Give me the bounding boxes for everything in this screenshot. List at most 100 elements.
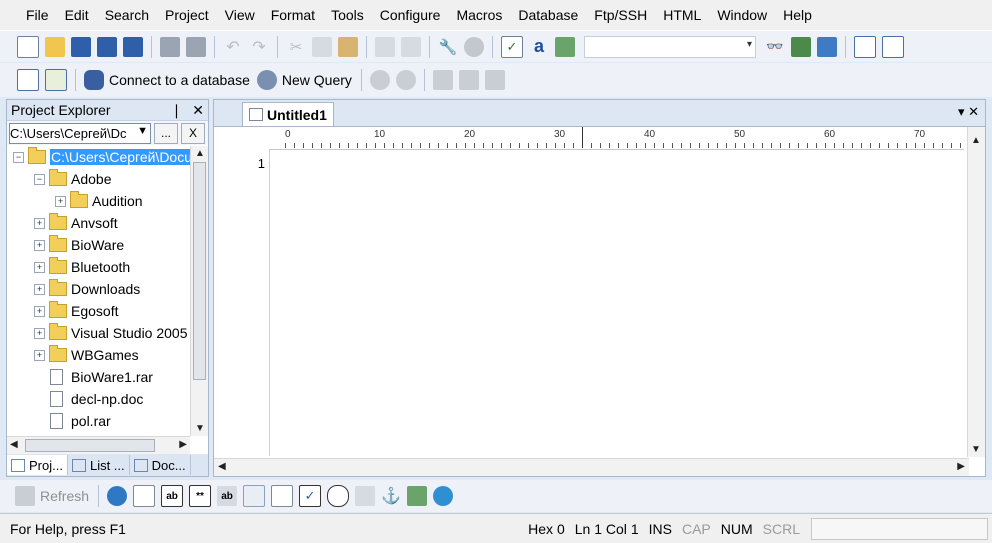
select-list-icon[interactable] — [355, 486, 376, 506]
edit-form-icon[interactable] — [271, 485, 294, 507]
table-grid-icon[interactable] — [133, 485, 156, 507]
collapse-icon[interactable]: − — [13, 151, 24, 163]
editor-window-controls[interactable]: ▾ ✕ — [958, 104, 979, 120]
paste-icon[interactable] — [338, 36, 358, 57]
tab-documents[interactable]: Doc... — [130, 455, 191, 475]
undo-icon[interactable]: ↶ — [223, 37, 243, 57]
new-query-button[interactable]: New Query — [282, 72, 352, 88]
password-field-icon[interactable]: ** — [189, 485, 212, 507]
scroll-up-icon[interactable]: ▲ — [195, 148, 205, 159]
tree-folder[interactable]: + Downloads — [7, 278, 190, 300]
tree-folder[interactable]: + Anvsoft — [7, 212, 190, 234]
indent-left-icon[interactable] — [375, 36, 395, 57]
gear-icon[interactable] — [369, 70, 390, 90]
menu-help[interactable]: Help — [775, 7, 820, 23]
tree-file[interactable]: decl-np.doc — [7, 388, 190, 410]
window-icon[interactable] — [817, 36, 837, 57]
anchor-icon[interactable]: ⚓ — [381, 486, 401, 506]
textarea-icon[interactable]: ab — [217, 486, 238, 506]
tree-folder[interactable]: + Audition — [7, 190, 190, 212]
menu-database[interactable]: Database — [510, 7, 586, 23]
tab-project[interactable]: Proj... — [7, 455, 68, 475]
print-icon[interactable] — [160, 36, 180, 57]
expand-icon[interactable]: + — [34, 283, 45, 295]
expand-icon[interactable]: + — [34, 239, 45, 251]
expand-icon[interactable]: + — [34, 349, 45, 361]
scroll-left-icon[interactable]: ◀ — [10, 439, 18, 450]
grid-view-icon[interactable] — [17, 69, 39, 91]
tree-vertical-scrollbar[interactable]: ▲ ▼ — [190, 146, 208, 436]
close-icon[interactable]: ✕ — [192, 102, 204, 118]
scroll-down-icon[interactable]: ▼ — [195, 423, 205, 434]
refresh-button[interactable]: Refresh — [40, 488, 89, 504]
scroll-down-icon[interactable]: ▼ — [971, 444, 981, 455]
tree-folder[interactable]: + Egosoft — [7, 300, 190, 322]
menu-project[interactable]: Project — [157, 7, 217, 23]
save-as-icon[interactable] — [97, 36, 117, 57]
editor-horizontal-scrollbar[interactable]: ◀ ▶ — [214, 458, 969, 476]
project-view-icon[interactable] — [45, 69, 67, 91]
new-file-icon[interactable] — [17, 35, 39, 58]
menu-search[interactable]: Search — [97, 7, 157, 23]
checkbox-icon[interactable]: ✓ — [299, 485, 322, 507]
frame-icon[interactable] — [243, 485, 266, 507]
tab-untitled1[interactable]: Untitled1 — [242, 102, 334, 126]
menu-edit[interactable]: Edit — [57, 7, 97, 23]
menu-tools[interactable]: Tools — [323, 7, 372, 23]
tree-file[interactable]: BioWare1.rar — [7, 366, 190, 388]
path-combo[interactable]: C:\Users\Сергей\Dc ▼ — [9, 122, 151, 144]
pin-icon[interactable]: ❘ — [171, 102, 183, 118]
table-delete-icon[interactable] — [458, 70, 479, 90]
scroll-thumb[interactable] — [193, 162, 206, 380]
menu-file[interactable]: File — [18, 7, 57, 23]
menu-view[interactable]: View — [217, 7, 263, 23]
wrench-icon[interactable]: 🔧 — [438, 37, 458, 57]
expand-icon[interactable]: + — [55, 195, 66, 207]
tree-folder[interactable]: − C:\Users\Сергей\Docu — [7, 146, 190, 168]
menu-format[interactable]: Format — [263, 7, 323, 23]
browse-button[interactable]: ... — [154, 122, 178, 144]
image-icon[interactable] — [555, 36, 575, 57]
find-replace-icon[interactable] — [791, 36, 811, 57]
search-combo[interactable]: ▾ — [584, 35, 756, 58]
cut-icon[interactable]: ✂ — [286, 37, 306, 57]
menu-macros[interactable]: Macros — [448, 7, 510, 23]
indent-right-icon[interactable] — [401, 36, 421, 57]
scroll-right-icon[interactable]: ▶ — [179, 439, 187, 450]
text-field-icon[interactable]: ab — [161, 485, 184, 507]
expand-icon[interactable]: + — [34, 305, 45, 317]
collapse-icon[interactable]: − — [34, 173, 45, 185]
tree-folder[interactable]: + BioWare — [7, 234, 190, 256]
scroll-left-icon[interactable]: ◀ — [218, 461, 226, 472]
stop-icon[interactable] — [464, 36, 484, 57]
save-icon[interactable] — [71, 36, 91, 57]
open-folder-icon[interactable] — [45, 36, 65, 57]
tree-folder[interactable]: − Adobe — [7, 168, 190, 190]
binoculars-icon[interactable]: 👓 — [765, 37, 785, 57]
table-icon[interactable] — [432, 70, 453, 90]
redo-icon[interactable]: ↷ — [249, 37, 269, 57]
text-area[interactable] — [271, 150, 967, 456]
clear-path-button[interactable]: X — [181, 122, 205, 144]
print-preview-icon[interactable] — [186, 36, 206, 57]
gear-run-icon[interactable] — [395, 70, 416, 90]
menu-window[interactable]: Window — [709, 7, 775, 23]
tree-folder[interactable]: + WBGames — [7, 344, 190, 366]
expand-icon[interactable]: + — [34, 217, 45, 229]
tree-horizontal-scrollbar[interactable]: ◀ ▶ — [7, 436, 190, 454]
menu-ftp-ssh[interactable]: Ftp/SSH — [586, 7, 655, 23]
scroll-thumb[interactable] — [25, 439, 155, 452]
scroll-up-icon[interactable]: ▲ — [971, 135, 981, 146]
document-view-icon[interactable] — [882, 35, 904, 58]
scroll-right-icon[interactable]: ▶ — [957, 461, 965, 472]
expand-icon[interactable]: + — [34, 327, 45, 339]
tab-list[interactable]: List ... — [68, 455, 130, 475]
document-list-icon[interactable] — [854, 35, 876, 58]
save-all-icon[interactable] — [123, 36, 143, 57]
menu-configure[interactable]: Configure — [372, 7, 449, 23]
checklist-icon[interactable]: ✓ — [501, 35, 523, 58]
tree-folder[interactable]: + Bluetooth — [7, 256, 190, 278]
copy-icon[interactable] — [312, 36, 332, 57]
tree-file[interactable]: pol.rar — [7, 410, 190, 432]
preview-icon[interactable] — [433, 486, 454, 506]
